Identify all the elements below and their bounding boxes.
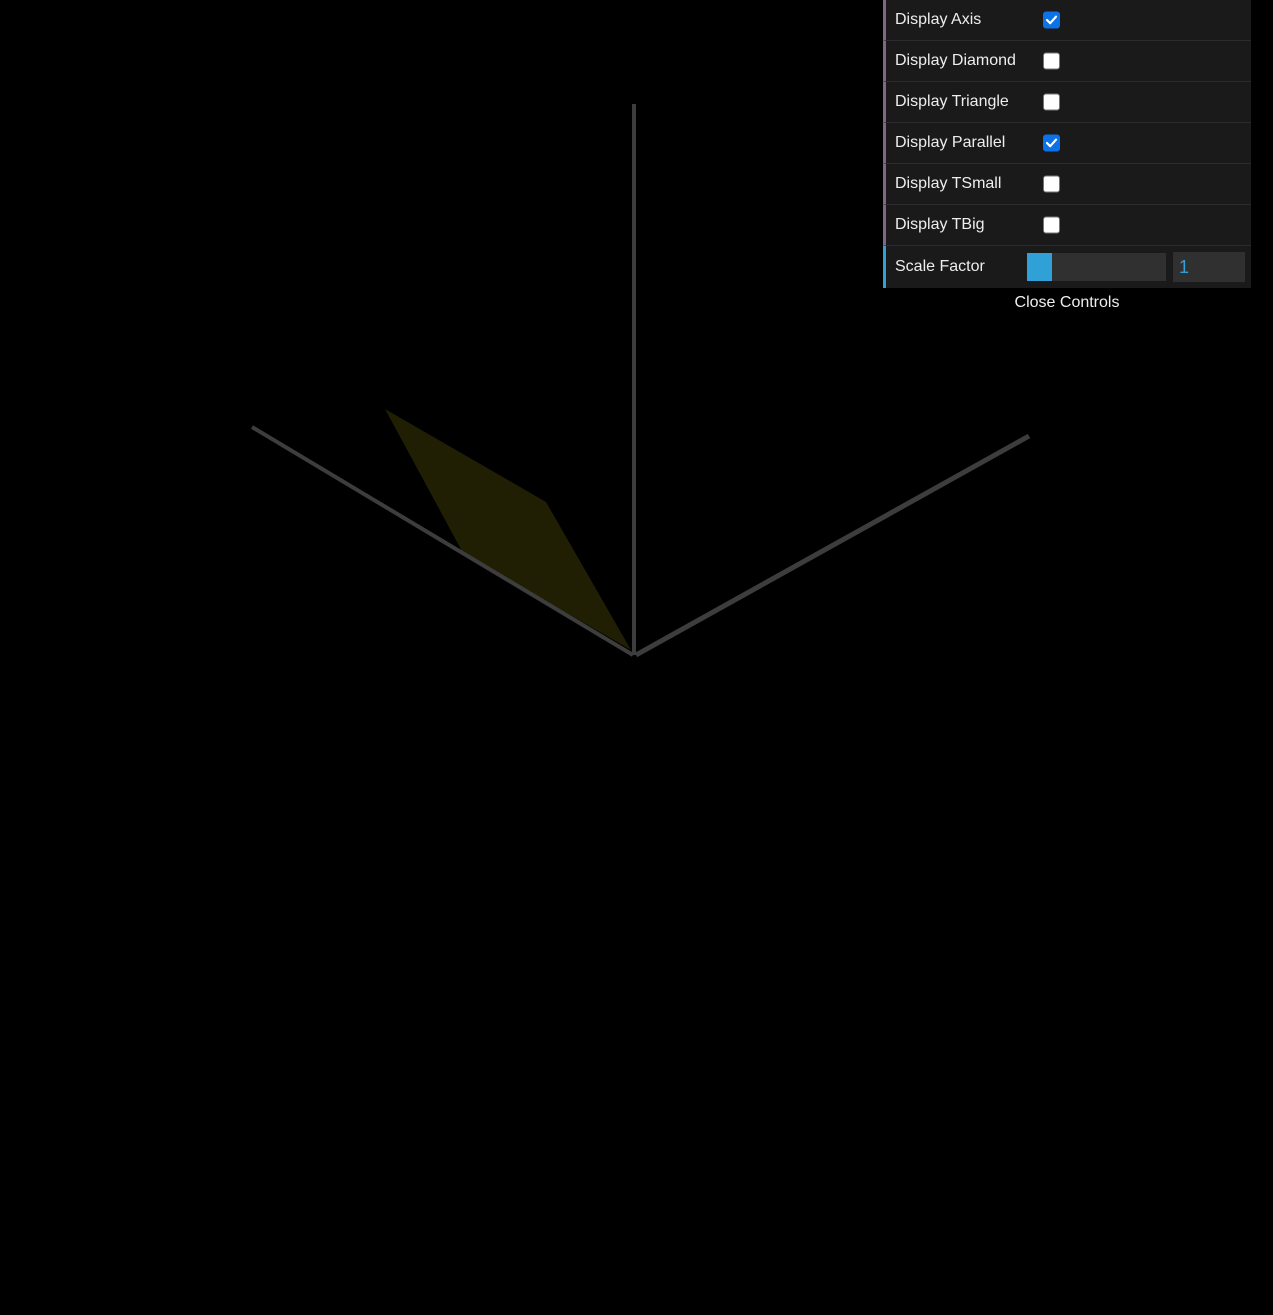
control-display-axis[interactable]: Display Axis (883, 0, 1251, 41)
scale-factor-slider[interactable] (1027, 253, 1166, 281)
control-display-parallel[interactable]: Display Parallel (883, 123, 1251, 164)
control-display-tsmall[interactable]: Display TSmall (883, 164, 1251, 205)
scale-factor-slider-fill (1027, 253, 1053, 281)
control-label: Display TSmall (895, 175, 1002, 192)
control-label: Display Diamond (895, 52, 1016, 69)
display-parallel-checkbox[interactable] (1043, 134, 1060, 152)
control-display-diamond[interactable]: Display Diamond (883, 41, 1251, 82)
control-scale-factor: Scale Factor 1 (883, 246, 1251, 288)
display-axis-checkbox[interactable] (1043, 11, 1060, 29)
controls-panel: Display Axis Display Diamond Display Tri… (883, 0, 1251, 317)
scale-factor-input[interactable]: 1 (1173, 252, 1245, 282)
axis-right (634, 433, 1031, 658)
control-display-triangle[interactable]: Display Triangle (883, 82, 1251, 123)
display-triangle-checkbox[interactable] (1043, 93, 1060, 111)
control-label: Scale Factor (895, 258, 985, 275)
control-label: Display TBig (895, 216, 985, 233)
control-display-tbig[interactable]: Display TBig (883, 205, 1251, 246)
control-label: Display Parallel (895, 134, 1006, 151)
display-diamond-checkbox[interactable] (1043, 52, 1060, 70)
close-controls-button[interactable]: Close Controls (883, 288, 1251, 317)
display-tsmall-checkbox[interactable] (1043, 175, 1060, 193)
control-label: Display Axis (895, 11, 982, 28)
display-tbig-checkbox[interactable] (1043, 216, 1060, 234)
control-label: Display Triangle (895, 93, 1009, 110)
